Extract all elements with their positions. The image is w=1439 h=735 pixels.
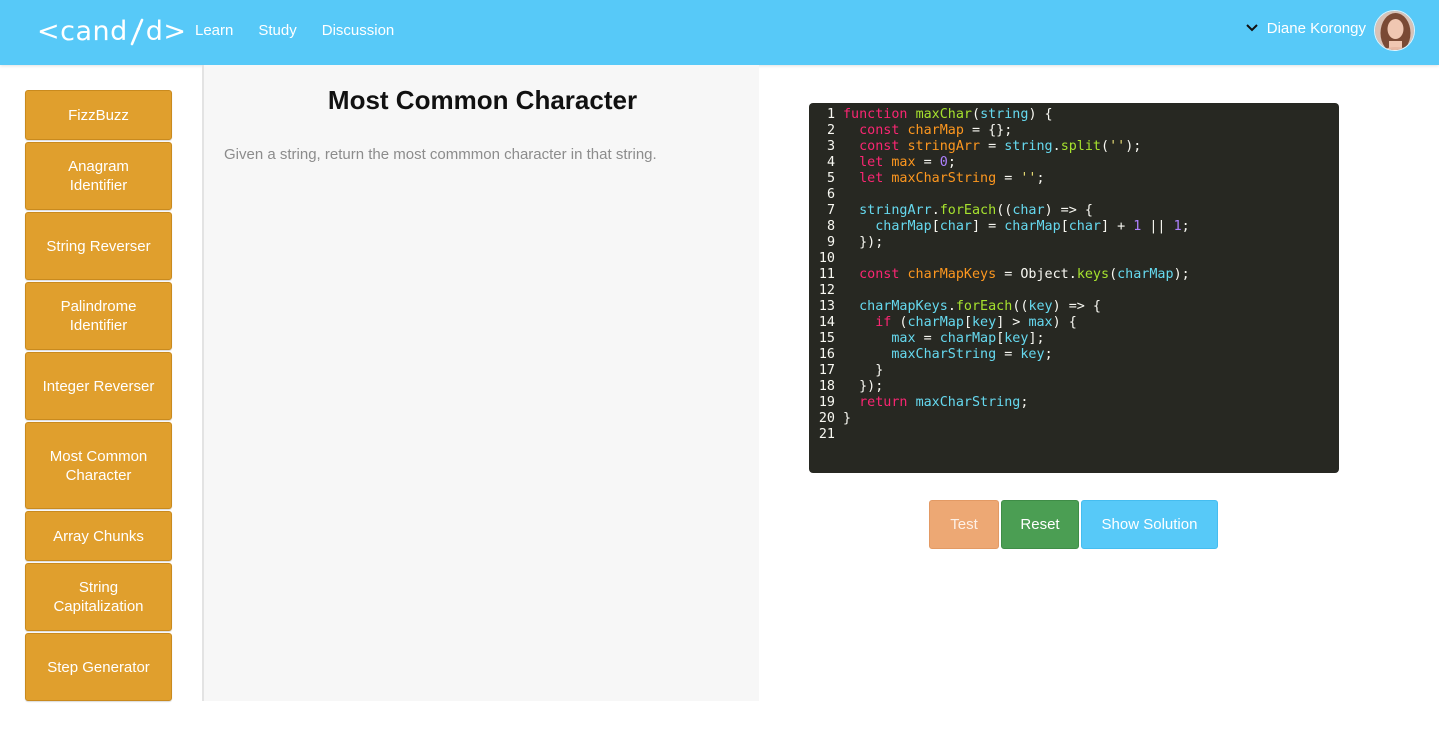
- code-text[interactable]: }: [835, 363, 883, 379]
- editor-actions: Test Reset Show Solution: [929, 500, 1218, 549]
- code-text[interactable]: function maxChar(string) {: [835, 107, 1053, 123]
- problem-list-sidebar: FizzBuzz Anagram Identifier String Rever…: [25, 90, 172, 703]
- main-nav: Learn Study Discussion: [195, 21, 394, 41]
- sidebar-item-array-chunks[interactable]: Array Chunks: [25, 511, 172, 561]
- code-line: 18 });: [818, 379, 884, 395]
- logo-text-left: <cand: [37, 16, 128, 47]
- code-line: 17 }: [818, 363, 884, 379]
- problem-panel: Most Common Character Given a string, re…: [202, 65, 759, 701]
- code-text[interactable]: let max = 0;: [835, 155, 956, 171]
- code-line: 20}: [818, 411, 852, 427]
- code-text[interactable]: });: [835, 379, 883, 395]
- code-text[interactable]: [835, 427, 843, 443]
- code-line: 2 const charMap = {};: [826, 123, 1013, 139]
- avatar[interactable]: [1374, 10, 1415, 51]
- code-line: 8 charMap[char] = charMap[char] + 1 || 1…: [826, 219, 1190, 235]
- reset-button[interactable]: Reset: [1001, 500, 1079, 549]
- code-line: 19 return maxCharString;: [818, 395, 1029, 411]
- code-text[interactable]: let maxCharString = '';: [835, 171, 1044, 187]
- code-line: 12: [809, 283, 1339, 299]
- test-button[interactable]: Test: [929, 500, 999, 549]
- nav-learn[interactable]: Learn: [195, 21, 233, 41]
- sidebar-item-fizzbuzz[interactable]: FizzBuzz: [25, 90, 172, 140]
- code-line: 11 const charMapKeys = Object.keys(charM…: [818, 267, 1190, 283]
- code-text[interactable]: return maxCharString;: [835, 395, 1028, 411]
- code-line: 1 function maxChar(string) {: [826, 107, 1053, 123]
- code-line: 14 if (charMap[key] > max) {: [818, 315, 1077, 331]
- code-line: 13 charMapKeys.forEach((key) => {: [818, 299, 1101, 315]
- code-text[interactable]: const charMapKeys = Object.keys(charMap)…: [835, 267, 1190, 283]
- sidebar-item-string-reverser[interactable]: String Reverser: [25, 212, 172, 280]
- sidebar-item-integer-reverser[interactable]: Integer Reverser: [25, 352, 172, 420]
- code-text[interactable]: charMapKeys.forEach((key) => {: [835, 299, 1101, 315]
- problem-description: Given a string, return the most commmon …: [224, 146, 657, 163]
- code-text[interactable]: stringArr.forEach((char) => {: [835, 203, 1093, 219]
- code-text[interactable]: [835, 283, 843, 299]
- page-title: Most Common Character: [327, 85, 638, 115]
- sidebar-item-most-common-character[interactable]: Most Common Character: [25, 422, 172, 509]
- code-text[interactable]: });: [835, 235, 883, 251]
- logo-slash-icon: [129, 17, 145, 47]
- sidebar-item-palindrome-identifier[interactable]: Palindrome Identifier: [25, 282, 172, 350]
- code-text[interactable]: }: [835, 411, 851, 427]
- code-text[interactable]: if (charMap[key] > max) {: [835, 315, 1077, 331]
- code-text[interactable]: const stringArr = string.split('');: [835, 139, 1141, 155]
- nav-discussion[interactable]: Discussion: [322, 21, 395, 41]
- code-line: 3 const stringArr = string.split('');: [826, 139, 1142, 155]
- app-logo[interactable]: <cand d>: [37, 14, 187, 50]
- nav-study[interactable]: Study: [258, 21, 296, 41]
- code-line: 4 let max = 0;: [826, 155, 956, 171]
- code-line: 16 maxCharString = key;: [818, 347, 1053, 363]
- show-solution-button[interactable]: Show Solution: [1081, 500, 1218, 549]
- logo-text-right: d>: [145, 16, 187, 47]
- sidebar-item-string-capitalization[interactable]: String Capitalization: [25, 563, 172, 631]
- code-line: 15 max = charMap[key];: [818, 331, 1045, 347]
- code-text[interactable]: charMap[char] = charMap[char] + 1 || 1;: [835, 219, 1189, 235]
- code-text[interactable]: maxCharString = key;: [835, 347, 1052, 363]
- top-navbar: <cand d> Learn Study Discussion Diane Ko…: [0, 0, 1439, 65]
- sidebar-item-step-generator[interactable]: Step Generator: [25, 633, 172, 701]
- code-editor[interactable]: 1 function maxChar(string) { 2 const char…: [809, 103, 1339, 473]
- code-line: 21: [809, 427, 1339, 443]
- code-text[interactable]: max = charMap[key];: [835, 331, 1044, 347]
- code-line: 10: [809, 251, 1339, 267]
- user-name[interactable]: Diane Korongy: [1267, 19, 1366, 39]
- code-line: 5 let maxCharString = '';: [826, 171, 1045, 187]
- code-line: 9 });: [826, 235, 884, 251]
- chevron-down-icon[interactable]: [1245, 21, 1259, 35]
- user-menu[interactable]: Diane Korongy: [1245, 10, 1415, 51]
- code-line: 6: [809, 187, 1339, 203]
- code-text[interactable]: [835, 251, 843, 267]
- code-text[interactable]: const charMap = {};: [835, 123, 1012, 139]
- code-line: 7 stringArr.forEach((char) => {: [826, 203, 1093, 219]
- code-text[interactable]: [835, 187, 843, 203]
- sidebar-item-anagram-identifier[interactable]: Anagram Identifier: [25, 142, 172, 210]
